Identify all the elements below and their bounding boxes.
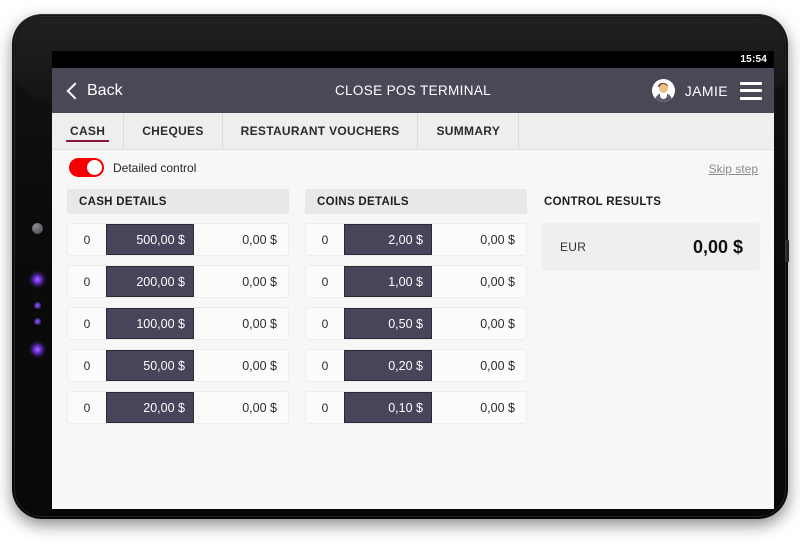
status-bar: 15:54 bbox=[52, 51, 774, 68]
table-row[interactable]: 0 0,10 $ 0,00 $ bbox=[305, 391, 527, 424]
indicator-led-2-icon bbox=[34, 302, 41, 309]
tab-bar-filler bbox=[519, 113, 774, 149]
cash-denomination-4[interactable]: 20,00 $ bbox=[106, 392, 194, 423]
menu-bar-1 bbox=[740, 81, 762, 85]
cash-details-header: CASH DETAILS bbox=[67, 189, 289, 214]
cash-count-1[interactable]: 0 bbox=[68, 275, 106, 289]
coins-denomination-1[interactable]: 1,00 $ bbox=[344, 266, 432, 297]
skip-step-link[interactable]: Skip step bbox=[709, 162, 758, 176]
avatar-collar bbox=[659, 92, 667, 99]
coins-total-1: 0,00 $ bbox=[480, 274, 515, 289]
coins-count-3[interactable]: 0 bbox=[306, 359, 344, 373]
coins-details-header: COINS DETAILS bbox=[305, 189, 527, 214]
cash-total-1: 0,00 $ bbox=[242, 274, 277, 289]
header-right-group: JAMIE bbox=[651, 79, 762, 102]
tab-summary[interactable]: SUMMARY bbox=[418, 113, 520, 149]
cash-denomination-0[interactable]: 500,00 $ bbox=[106, 224, 194, 255]
indicator-led-4-icon bbox=[31, 343, 44, 356]
table-row[interactable]: 0 200,00 $ 0,00 $ bbox=[67, 265, 289, 298]
indicator-led-1-icon bbox=[31, 273, 44, 286]
cash-denomination-1[interactable]: 200,00 $ bbox=[106, 266, 194, 297]
coins-total-0: 0,00 $ bbox=[480, 232, 515, 247]
app-header: Back CLOSE POS TERMINAL JAMIE bbox=[52, 68, 774, 113]
coins-denomination-0[interactable]: 2,00 $ bbox=[344, 224, 432, 255]
cash-total-3: 0,00 $ bbox=[242, 358, 277, 373]
tab-cheques-label: CHEQUES bbox=[142, 124, 204, 138]
table-row[interactable]: 0 0,20 $ 0,00 $ bbox=[305, 349, 527, 382]
avatar-head bbox=[658, 83, 668, 93]
table-row[interactable]: 0 100,00 $ 0,00 $ bbox=[67, 307, 289, 340]
detailed-control-label: Detailed control bbox=[113, 160, 197, 175]
detailed-control-toggle[interactable] bbox=[69, 158, 104, 177]
tab-cheques[interactable]: CHEQUES bbox=[124, 113, 223, 149]
control-results-column: CONTROL RESULTS EUR 0,00 $ bbox=[542, 189, 760, 271]
cash-count-3[interactable]: 0 bbox=[68, 359, 106, 373]
cash-count-2[interactable]: 0 bbox=[68, 317, 106, 331]
device-side-button[interactable] bbox=[785, 240, 789, 262]
cash-denomination-3[interactable]: 50,00 $ bbox=[106, 350, 194, 381]
toggle-knob bbox=[87, 160, 102, 175]
coins-count-0[interactable]: 0 bbox=[306, 233, 344, 247]
coins-total-3: 0,00 $ bbox=[480, 358, 515, 373]
result-currency-label: EUR bbox=[560, 240, 587, 254]
tab-cash-label: CASH bbox=[70, 124, 106, 138]
back-button-label: Back bbox=[87, 81, 123, 99]
cash-total-4: 0,00 $ bbox=[242, 400, 277, 415]
coins-count-1[interactable]: 0 bbox=[306, 275, 344, 289]
back-button[interactable]: Back bbox=[52, 81, 123, 100]
cash-denomination-2[interactable]: 100,00 $ bbox=[106, 308, 194, 339]
coins-total-4: 0,00 $ bbox=[480, 400, 515, 415]
coins-count-2[interactable]: 0 bbox=[306, 317, 344, 331]
detailed-control-group[interactable]: Detailed control bbox=[69, 158, 196, 177]
coins-denomination-2[interactable]: 0,50 $ bbox=[344, 308, 432, 339]
tab-bar: CASH CHEQUES RESTAURANT VOUCHERS SUMMARY bbox=[52, 113, 774, 150]
coins-denomination-4[interactable]: 0,10 $ bbox=[344, 392, 432, 423]
tab-cash[interactable]: CASH bbox=[52, 113, 125, 149]
cash-count-0[interactable]: 0 bbox=[68, 233, 106, 247]
table-row[interactable]: 0 1,00 $ 0,00 $ bbox=[305, 265, 527, 298]
content-toolbar: Detailed control Skip step bbox=[52, 150, 774, 186]
tab-summary-label: SUMMARY bbox=[436, 124, 501, 138]
cash-total-2: 0,00 $ bbox=[242, 316, 277, 331]
control-result-row: EUR 0,00 $ bbox=[542, 223, 760, 271]
cash-count-4[interactable]: 0 bbox=[68, 401, 106, 415]
control-results-header: CONTROL RESULTS bbox=[544, 195, 662, 208]
tablet-screen: 15:54 Back CLOSE POS TERMINAL JAMIE CASH… bbox=[52, 51, 774, 509]
tab-restaurant-vouchers-label: RESTAURANT VOUCHERS bbox=[240, 124, 400, 138]
hamburger-menu-icon[interactable] bbox=[740, 81, 762, 100]
front-camera-icon bbox=[32, 223, 43, 234]
table-row[interactable]: 0 50,00 $ 0,00 $ bbox=[67, 349, 289, 382]
coins-count-4[interactable]: 0 bbox=[306, 401, 344, 415]
chevron-left-icon bbox=[66, 81, 78, 100]
table-row[interactable]: 0 20,00 $ 0,00 $ bbox=[67, 391, 289, 424]
tablet-device: 15:54 Back CLOSE POS TERMINAL JAMIE CASH… bbox=[12, 14, 789, 519]
status-bar-clock: 15:54 bbox=[740, 54, 767, 65]
content-area: Detailed control Skip step CASH DETAILS … bbox=[52, 150, 774, 509]
coins-denomination-3[interactable]: 0,20 $ bbox=[344, 350, 432, 381]
table-row[interactable]: 0 2,00 $ 0,00 $ bbox=[305, 223, 527, 256]
table-row[interactable]: 0 500,00 $ 0,00 $ bbox=[67, 223, 289, 256]
coins-details-column: COINS DETAILS 0 2,00 $ 0,00 $ 0 1,00 $ 0… bbox=[305, 189, 527, 424]
table-row[interactable]: 0 0,50 $ 0,00 $ bbox=[305, 307, 527, 340]
tab-restaurant-vouchers[interactable]: RESTAURANT VOUCHERS bbox=[223, 113, 419, 149]
coins-total-2: 0,00 $ bbox=[480, 316, 515, 331]
result-amount-value: 0,00 $ bbox=[692, 236, 743, 257]
menu-bar-3 bbox=[740, 96, 762, 100]
indicator-led-3-icon bbox=[34, 318, 41, 325]
menu-bar-2 bbox=[740, 89, 762, 92]
cash-details-column: CASH DETAILS 0 500,00 $ 0,00 $ 0 200,00 … bbox=[67, 189, 289, 424]
user-avatar-icon[interactable] bbox=[651, 79, 675, 102]
cash-total-0: 0,00 $ bbox=[242, 232, 277, 247]
user-name-label: JAMIE bbox=[684, 82, 728, 99]
